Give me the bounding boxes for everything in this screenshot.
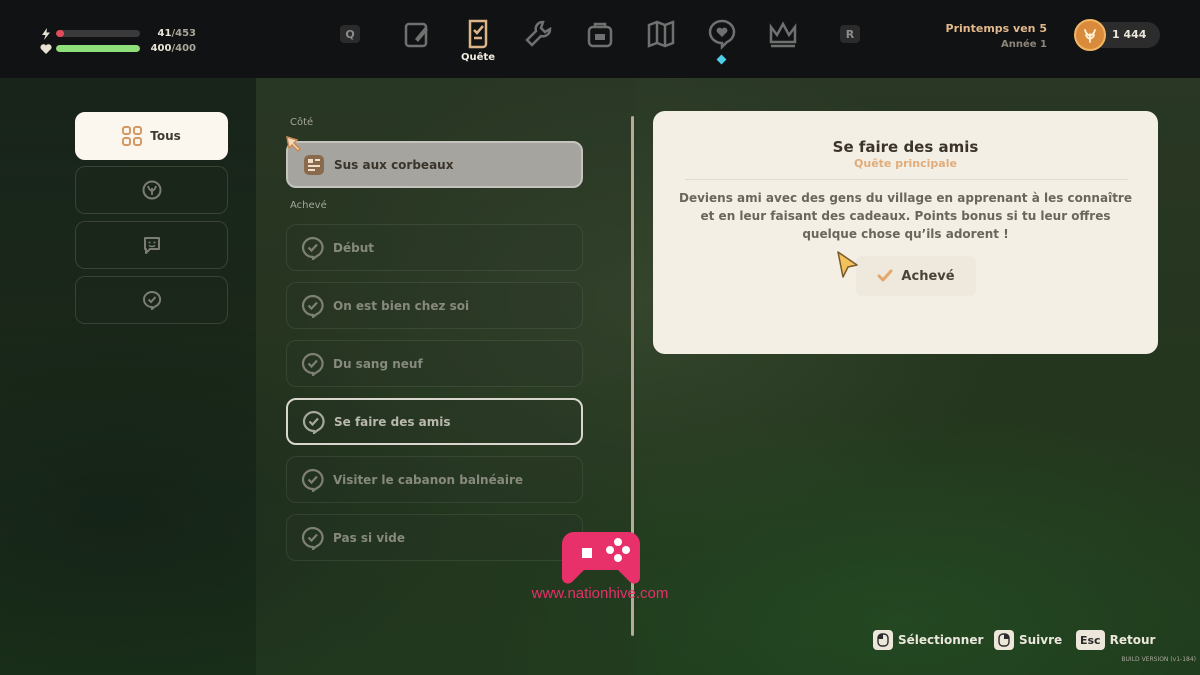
coin-icon <box>1074 19 1106 51</box>
wrench-icon <box>525 20 552 47</box>
chat-face-icon <box>143 237 160 254</box>
backpack-icon <box>587 22 613 48</box>
quest-label: Pas si vide <box>333 530 405 545</box>
quest-item-sus-aux-corbeaux[interactable]: Sus aux corbeaux <box>286 141 583 188</box>
lightning-icon <box>40 28 52 40</box>
tab-quest-label: Quête <box>461 52 495 63</box>
notification-dot <box>716 54 727 65</box>
heart-icon <box>40 43 52 55</box>
map-icon <box>647 20 675 48</box>
top-bar: 41/453 400/400 Q R Quête Printemps ven 5… <box>0 0 1200 78</box>
money-value: 1 444 <box>1112 28 1147 41</box>
filter-nature[interactable] <box>75 166 228 214</box>
filter-all[interactable]: Tous <box>75 112 228 160</box>
hint-track[interactable]: Suivre <box>994 628 1062 652</box>
quest-item-se-faire-des-amis[interactable]: Se faire des amis <box>286 398 583 445</box>
leaf-icon <box>142 180 161 200</box>
energy-bar <box>56 30 140 37</box>
hint-back[interactable]: Esc Retour <box>1076 628 1155 652</box>
gamepad-logo-icon <box>562 532 640 584</box>
energy-value: 41/453 <box>157 28 196 39</box>
quest-detail-card: Se faire des amis Quête principale Devie… <box>653 111 1158 354</box>
health-bar-fill <box>56 45 140 52</box>
quest-detail-description: Deviens ami avec des gens du village en … <box>679 191 1132 241</box>
detail-divider <box>685 179 1128 180</box>
filter-completed[interactable] <box>75 276 228 324</box>
health-bar <box>56 45 140 52</box>
quest-item-on-est-bien-chez-soi[interactable]: On est bien chez soi <box>286 282 583 329</box>
quest-item-pas-si-vide[interactable]: Pas si vide <box>286 514 583 561</box>
tab-quest[interactable] <box>458 14 498 54</box>
checkmark-icon <box>877 269 893 282</box>
tab-journal[interactable] <box>397 14 437 54</box>
tab-tools[interactable] <box>519 14 559 54</box>
check-bubble-icon <box>301 236 324 260</box>
check-bubble-icon <box>301 526 324 550</box>
next-tab-key[interactable]: R <box>840 25 860 43</box>
tracked-pin-icon <box>286 135 302 153</box>
quest-item-du-sang-neuf[interactable]: Du sang neuf <box>286 340 583 387</box>
quest-board-icon <box>304 154 324 175</box>
quest-label: Début <box>333 240 374 255</box>
energy-bar-fill <box>56 30 64 37</box>
quest-item-debut[interactable]: Début <box>286 224 583 271</box>
quest-label: Sus aux corbeaux <box>334 157 454 172</box>
check-bubble-icon <box>301 294 324 318</box>
tab-relations[interactable] <box>702 14 742 54</box>
check-bubble-icon <box>302 410 325 434</box>
quest-label: Se faire des amis <box>334 414 451 429</box>
journal-icon <box>404 22 428 48</box>
build-version: BUILD VERSION (v1-184) <box>1121 656 1196 663</box>
esc-key: Esc <box>1076 630 1105 650</box>
quest-label: Du sang neuf <box>333 356 423 371</box>
quest-item-visiter-le-cabanon[interactable]: Visiter le cabanon balnéaire <box>286 456 583 503</box>
section-side-header: Côté <box>290 117 314 128</box>
heart-bubble-icon <box>708 19 736 50</box>
energy-stat <box>40 27 52 41</box>
quest-detail-type: Quête principale <box>854 157 957 170</box>
watermark-text: www.nationhive.com <box>531 585 669 602</box>
health-value: 400/400 <box>150 43 196 54</box>
calendar-year: Année 1 <box>1001 39 1047 50</box>
filter-villagers[interactable] <box>75 221 228 269</box>
quest-label: Visiter le cabanon balnéaire <box>333 472 524 487</box>
section-done-header: Achevé <box>290 200 327 211</box>
hint-select-label: Sélectionner <box>898 633 984 647</box>
filter-all-label: Tous <box>150 129 181 143</box>
check-bubble-icon <box>301 468 324 492</box>
quest-status-button[interactable]: Achevé <box>856 256 976 296</box>
hint-back-label: Retour <box>1109 633 1156 647</box>
mouse-right-icon <box>994 630 1014 650</box>
quest-scroll-icon <box>468 19 488 49</box>
check-bubble-icon <box>142 290 161 310</box>
quest-detail-title: Se faire des amis <box>832 138 979 156</box>
tab-map[interactable] <box>641 14 681 54</box>
tab-backpack[interactable] <box>580 14 620 54</box>
quest-label: On est bien chez soi <box>333 298 470 313</box>
grid-icon <box>122 126 143 146</box>
quest-status-label: Achevé <box>901 268 955 284</box>
money-counter: 1 444 <box>1074 19 1160 51</box>
check-bubble-icon <box>301 352 324 376</box>
prev-tab-key[interactable]: Q <box>340 25 360 43</box>
tab-achievements[interactable] <box>763 14 803 54</box>
calendar-date: Printemps ven 5 <box>945 22 1047 35</box>
cursor-icon <box>837 251 858 278</box>
mouse-left-icon <box>873 630 893 650</box>
hint-track-label: Suivre <box>1019 633 1063 647</box>
health-stat <box>40 42 52 56</box>
crown-icon <box>769 21 797 48</box>
hint-select[interactable]: Sélectionner <box>873 628 983 652</box>
